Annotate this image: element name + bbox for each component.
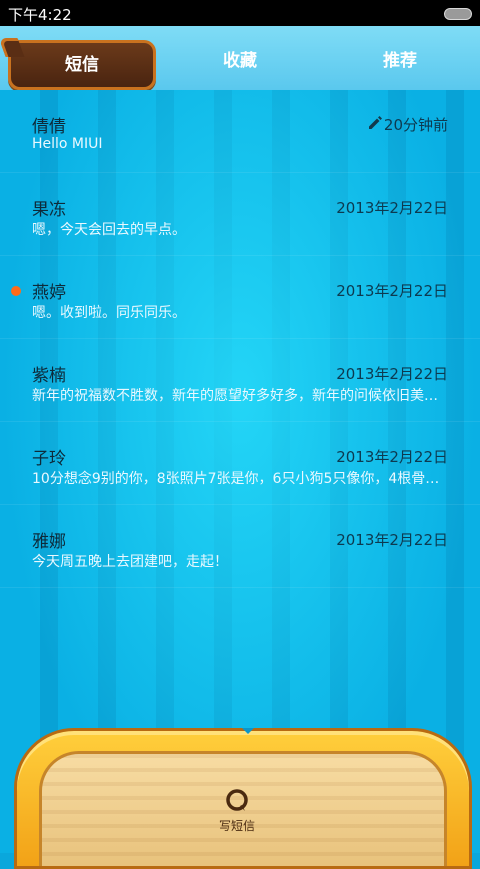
message-row[interactable]: 倩倩 Hello MIUI 20分钟前 (0, 90, 480, 173)
message-preview: 10分想念9别的你，8张照片7张是你，6只小狗5只像你，4根骨头… (32, 471, 444, 487)
message-row[interactable]: 果冻 嗯，今天会回去的早点。 2013年2月22日 (0, 173, 480, 256)
contact-name: 燕婷 (32, 283, 66, 303)
message-date: 2013年2月22日 (336, 199, 448, 217)
battery-icon (444, 8, 472, 20)
message-preview: Hello MIUI (32, 136, 103, 152)
message-date: 2013年2月22日 (336, 282, 448, 300)
message-date: 2013年2月22日 (336, 448, 448, 466)
status-time: 下午4:22 (8, 6, 72, 24)
message-row[interactable]: 子玲 10分想念9别的你，8张照片7张是你，6只小狗5只像你，4根骨头… 201… (0, 422, 480, 505)
message-row[interactable]: 紫楠 新年的祝福数不胜数，新年的愿望好多好多，新年的问候依旧美好… 2013年2… (0, 339, 480, 422)
message-preview: 今天周五晚上去团建吧，走起！ (32, 554, 228, 570)
compose-button[interactable]: 写短信 (207, 787, 267, 843)
message-date: 2013年2月22日 (336, 531, 448, 549)
tab-messages[interactable]: 短信 (8, 40, 156, 90)
message-row[interactable]: 雅娜 今天周五晚上去团建吧，走起！ 2013年2月22日 (0, 505, 480, 588)
contact-name: 子玲 (32, 449, 66, 469)
message-preview: 新年的祝福数不胜数，新年的愿望好多好多，新年的问候依旧美好… (32, 388, 444, 404)
message-preview: 嗯，今天会回去的早点。 (32, 222, 186, 238)
compose-label: 写短信 (218, 819, 255, 833)
draft-pencil-icon (369, 116, 382, 129)
message-date: 20分钟前 (383, 116, 448, 134)
message-preview: 嗯。收到啦。同乐同乐。 (32, 305, 186, 321)
contact-name: 果冻 (32, 200, 66, 220)
message-row[interactable]: 燕婷 嗯。收到啦。同乐同乐。 2013年2月22日 (0, 256, 480, 339)
unread-dot-icon (11, 286, 21, 296)
tab-favorites[interactable]: 收藏 (170, 39, 310, 83)
tab-bar: 短信 收藏 推荐 (0, 26, 480, 90)
contact-name: 雅娜 (32, 532, 66, 552)
panel-notch (242, 728, 254, 734)
status-bar: 下午4:22 (0, 0, 480, 26)
tab-recommended[interactable]: 推荐 (330, 39, 470, 83)
compose-panel: 写短信 (14, 728, 472, 869)
compose-message-icon (226, 789, 248, 811)
message-date: 2013年2月22日 (336, 365, 448, 383)
contact-name: 倩倩 (32, 117, 66, 137)
contact-name: 紫楠 (32, 366, 66, 386)
